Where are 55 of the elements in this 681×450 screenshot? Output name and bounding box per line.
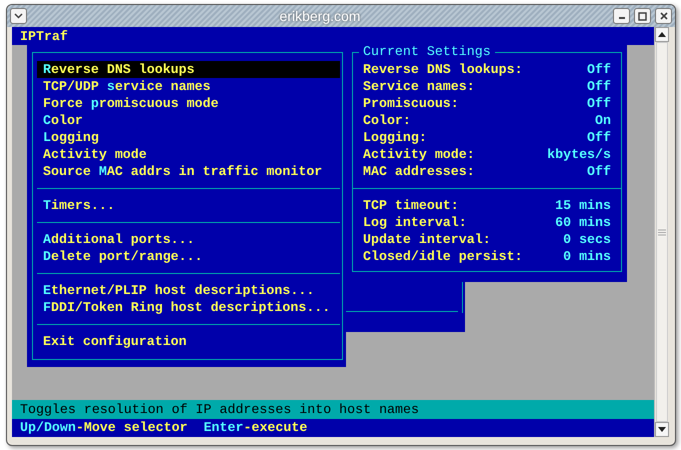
close-icon: [660, 12, 668, 20]
grip-icon: [658, 228, 666, 236]
menu-item[interactable]: Additional ports...: [37, 231, 340, 248]
menu-item[interactable]: FDDI/Token Ring host descriptions...: [37, 299, 340, 316]
setting-value: Off: [587, 129, 611, 146]
setting-label: Promiscuous:: [363, 95, 459, 112]
chevron-down-icon: [14, 13, 23, 19]
menu-item[interactable]: Source MAC addrs in traffic monitor: [37, 163, 340, 180]
triangle-down-icon: [658, 427, 666, 432]
setting-label: TCP timeout:: [363, 197, 459, 214]
panel-title: Current Settings: [363, 44, 491, 59]
window-menu-button[interactable]: [10, 8, 27, 24]
scroll-down-button[interactable]: [655, 422, 669, 437]
setting-value: 0 mins: [563, 248, 611, 265]
setting-value: Off: [587, 163, 611, 180]
setting-value: Off: [587, 78, 611, 95]
status-text: Toggles resolution of IP addresses into host names: [20, 402, 419, 417]
setting-label: Reverse DNS lookups:: [363, 61, 523, 78]
setting-value: 60 mins: [555, 214, 611, 231]
scroll-up-button[interactable]: [655, 27, 669, 42]
menu-item[interactable]: Color: [37, 112, 340, 129]
scrollbar[interactable]: [654, 27, 669, 437]
setting-label: Update interval:: [363, 231, 491, 248]
menu-item[interactable]: TCP/UDP service names: [37, 78, 340, 95]
app-title: IPTraf: [20, 29, 68, 44]
setting-value: Off: [587, 95, 611, 112]
window-title: erikberg.com: [278, 6, 362, 26]
menu-item[interactable]: Ethernet/PLIP host descriptions...: [37, 282, 340, 299]
setting-label: Color:: [363, 112, 411, 129]
scroll-thumb[interactable]: [656, 42, 668, 422]
setting-label: Closed/idle persist:: [363, 248, 523, 265]
menu-item[interactable]: Activity mode: [37, 146, 340, 163]
triangle-up-icon: [658, 32, 666, 37]
menu-item[interactable]: Exit configuration: [37, 333, 340, 350]
minimize-button[interactable]: [613, 8, 630, 24]
key-hint: Enter-execute: [204, 419, 308, 437]
menu-item[interactable]: Timers...: [37, 197, 340, 214]
setting-value: On: [595, 112, 611, 129]
setting-label: Log interval:: [363, 214, 467, 231]
close-button[interactable]: [655, 8, 672, 24]
menu-item[interactable]: Logging: [37, 129, 340, 146]
setting-value: kbytes/s: [547, 146, 611, 163]
maximize-icon: [638, 12, 647, 20]
menu-item[interactable]: Reverse DNS lookups: [37, 61, 340, 78]
setting-label: Activity mode:: [363, 146, 475, 163]
maximize-button[interactable]: [634, 8, 651, 24]
setting-value: 15 mins: [555, 197, 611, 214]
setting-label: Logging:: [363, 129, 427, 146]
setting-label: Service names:: [363, 78, 475, 95]
key-hint: Up/Down-Move selector: [20, 419, 188, 437]
setting-value: Off: [587, 61, 611, 78]
setting-value: 0 secs: [563, 231, 611, 248]
setting-label: MAC addresses:: [363, 163, 475, 180]
menu-item[interactable]: Delete port/range...: [37, 248, 340, 265]
menu-item[interactable]: Force promiscuous mode: [37, 95, 340, 112]
